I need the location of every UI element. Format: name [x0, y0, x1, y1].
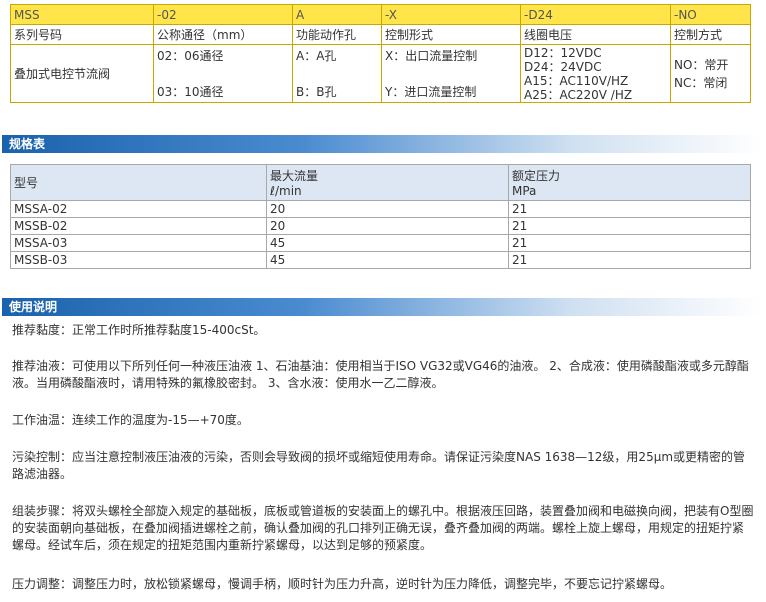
table-row: MSSB-03 45 21	[10, 251, 751, 269]
table-row: MSSA-02 20 21	[10, 200, 751, 218]
spec-pressure: 21	[508, 217, 751, 235]
port-options: A：A孔 B：B孔	[292, 44, 382, 103]
spec-col-header: 型号	[10, 164, 267, 201]
voltage-option: A25：AC220V /HZ	[524, 87, 633, 102]
usage-paragraph-fluid: 推荐油液：可使用以下所列任何一种液压油液 1、石油基油：使用相当于ISO VG3…	[12, 359, 749, 390]
model-option-row: 叠加式电控节流阀 02：06通径 03：10通径 A：A孔 B：B孔 X：出口流…	[10, 44, 751, 103]
header-diameter: -02	[153, 4, 293, 25]
control-option: Y：进口流量控制	[385, 84, 477, 99]
voltage-option: D12：12VDC	[524, 45, 602, 60]
spec-pressure: 21	[508, 200, 751, 218]
spec-pressure: 21	[508, 251, 751, 269]
spec-flow: 45	[266, 251, 509, 269]
model-code-table: MSS -02 A -X -D24 -NO 系列号码 公称通径（mm） 功能动作…	[10, 4, 751, 103]
header-voltage: -D24	[520, 4, 671, 25]
spec-flow: 45	[266, 234, 509, 252]
usage-paragraph-contamination: 污染控制：应当注意控制液压油液的污染，否则会导致阀的损坏或缩短使用寿命。请保证污…	[12, 450, 746, 481]
diameter-option: 02：06通径	[157, 48, 224, 63]
table-row: MSSB-02 20 21	[10, 217, 751, 235]
spec-header-row: 型号 最大流量 ℓ/min 额定压力 MPa	[10, 164, 751, 201]
spec-flow: 20	[266, 217, 509, 235]
label-voltage: 线圈电压	[520, 24, 671, 45]
usage-paragraph-assembly: 组装步骤：将双头螺栓全部旋入规定的基础板，底板或管道板的安装面上的螺孔中。根据液…	[12, 504, 754, 552]
spec-pressure: 21	[508, 234, 751, 252]
control-options: X：出口流量控制 Y：进口流量控制	[381, 44, 521, 103]
table-row: MSSA-03 45 21	[10, 234, 751, 252]
model-label-row: 系列号码 公称通径（mm） 功能动作孔 控制形式 线圈电压 控制方式	[10, 24, 751, 45]
control-option: X：出口流量控制	[385, 48, 478, 63]
header-series: MSS	[10, 4, 154, 25]
spec-model: MSSB-02	[10, 217, 267, 235]
mode-options: NO：常开 NC：常闭	[670, 44, 751, 103]
label-mode: 控制方式	[670, 24, 751, 45]
spec-col-header: 额定压力 MPa	[508, 164, 751, 201]
voltage-option: A15：AC110V/HZ	[524, 73, 629, 88]
header-control: -X	[381, 4, 521, 25]
model-header-row: MSS -02 A -X -D24 -NO	[10, 4, 751, 25]
voltage-options: D12：12VDC D24：24VDC A15：AC110V/HZ A25：AC…	[520, 44, 671, 103]
series-name: 叠加式电控节流阀	[10, 44, 154, 103]
header-mode: -NO	[670, 4, 751, 25]
port-option: A：A孔	[296, 48, 337, 63]
mode-option: NC：常闭	[674, 75, 728, 90]
label-series: 系列号码	[10, 24, 154, 45]
usage-paragraph-viscosity: 推荐黏度：正常工作时所推荐黏度15-400cSt。	[12, 323, 266, 337]
spec-col-header: 最大流量 ℓ/min	[266, 164, 509, 201]
spec-model: MSSB-03	[10, 251, 267, 269]
voltage-option: D24：24VDC	[524, 59, 602, 74]
diameter-option: 03：10通径	[157, 84, 224, 99]
label-control: 控制形式	[381, 24, 521, 45]
header-port: A	[292, 4, 382, 25]
spec-table: 型号 最大流量 ℓ/min 额定压力 MPa MSSA-02 20 21 MSS…	[10, 164, 751, 269]
usage-paragraph-temperature: 工作油温：连续工作的温度为-15—+70度。	[12, 413, 249, 427]
label-port: 功能动作孔	[292, 24, 382, 45]
label-diameter: 公称通径（mm）	[153, 24, 293, 45]
port-option: B：B孔	[296, 84, 337, 99]
usage-paragraph-pressure: 压力调整：调整压力时，放松锁紧螺母，慢调手柄，顺时针为压力升高，逆时针为压力降低…	[12, 577, 673, 591]
usage-section-title: 使用说明	[2, 298, 762, 316]
spec-section-title: 规格表	[2, 135, 762, 153]
diameter-options: 02：06通径 03：10通径	[153, 44, 293, 103]
spec-flow: 20	[266, 200, 509, 218]
spec-model: MSSA-03	[10, 234, 267, 252]
mode-option: NO：常开	[674, 57, 729, 72]
spec-model: MSSA-02	[10, 200, 267, 218]
